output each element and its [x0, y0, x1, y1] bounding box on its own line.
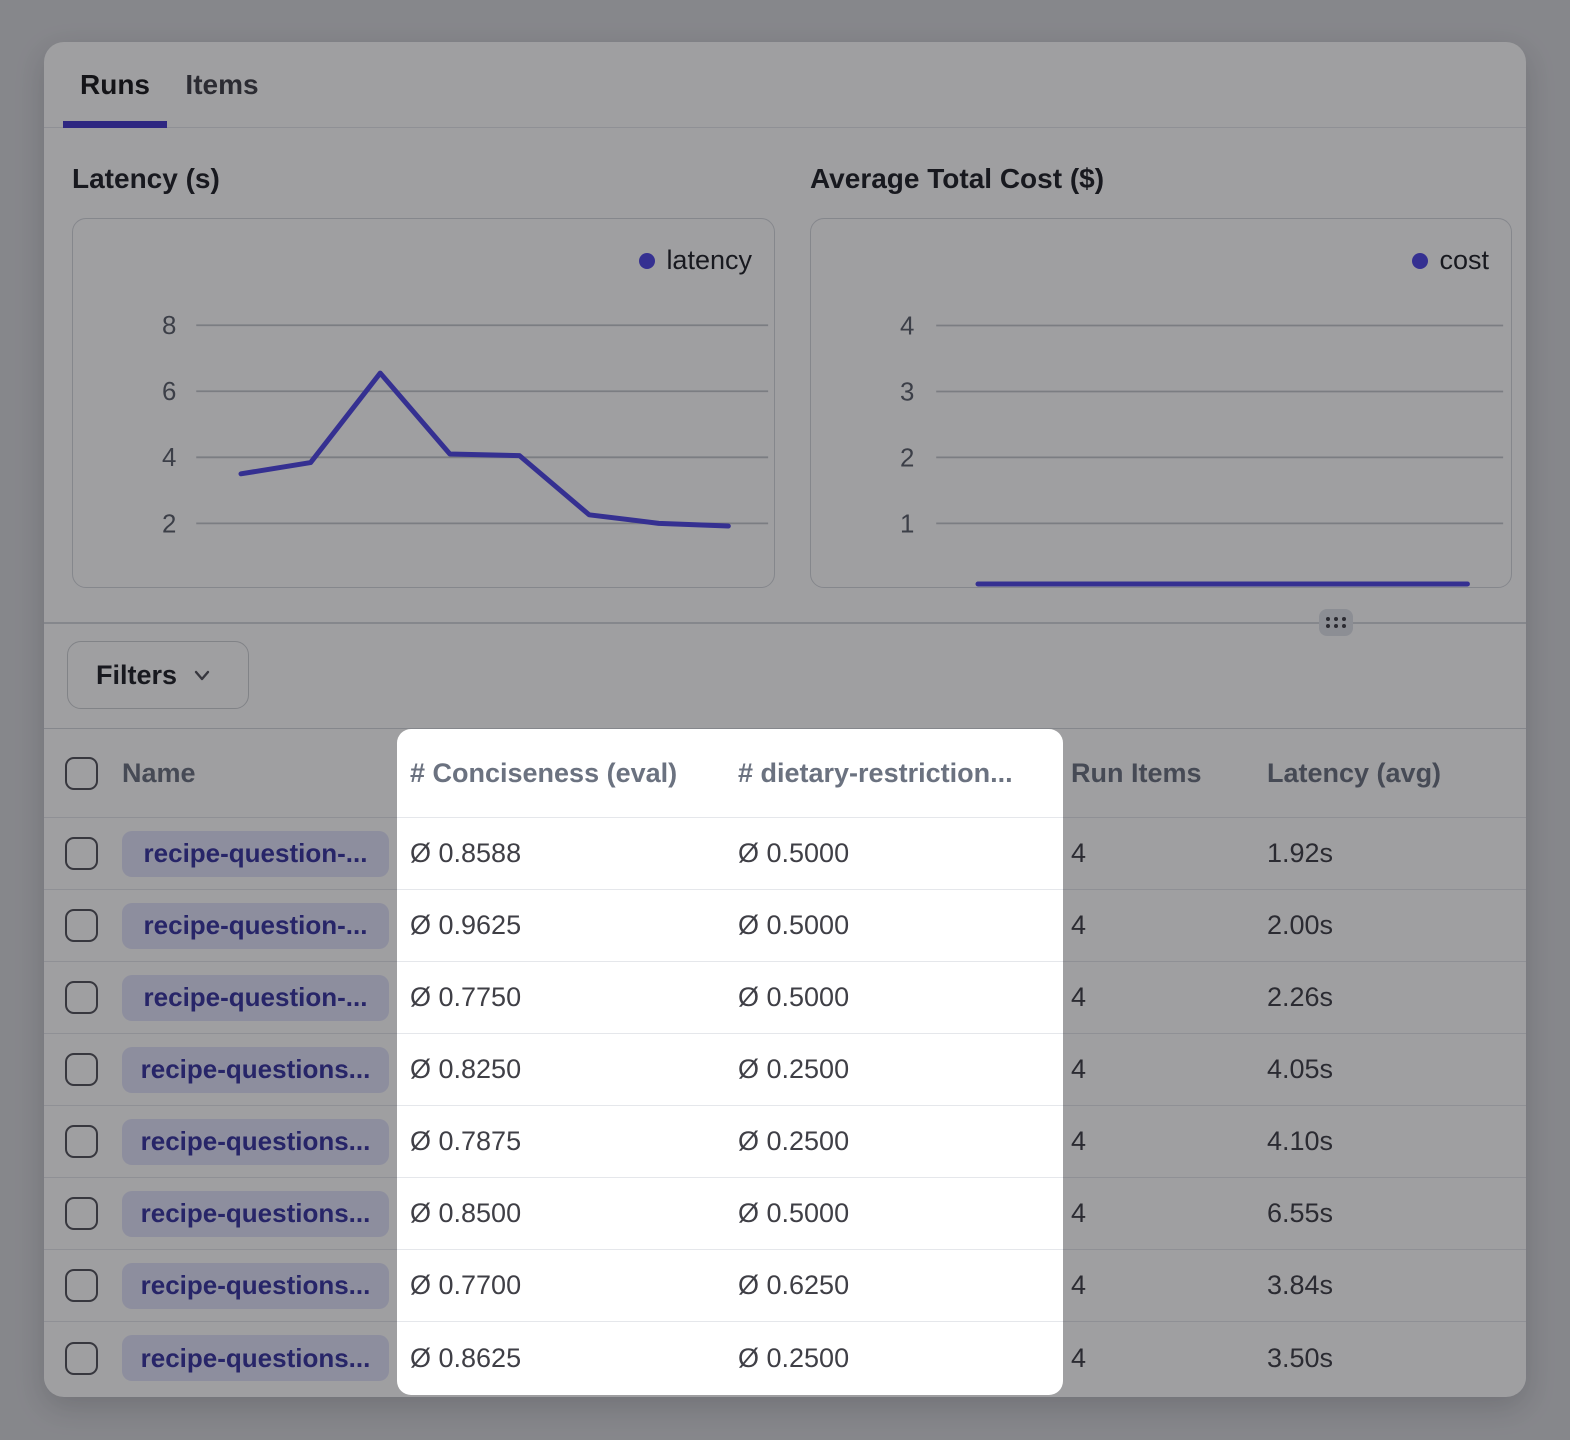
table-header-row: Name # Conciseness (eval) # dietary-rest…	[44, 729, 1526, 818]
runs-table: Name # Conciseness (eval) # dietary-rest…	[44, 728, 1526, 1394]
conciseness-score: Ø 0.9625	[400, 910, 731, 941]
table-body: recipe-question-...Ø 0.8588Ø 0.500041.92…	[44, 818, 1526, 1394]
cost-legend-dot-icon	[1412, 253, 1428, 269]
conciseness-score: Ø 0.7700	[400, 1270, 731, 1301]
dietary-restriction-score: Ø 0.5000	[731, 1198, 1063, 1229]
chevron-down-icon	[190, 663, 214, 687]
dietary-restriction-score: Ø 0.2500	[731, 1054, 1063, 1085]
dietary-restriction-score: Ø 0.5000	[731, 910, 1063, 941]
row-checkbox[interactable]	[65, 1053, 98, 1086]
latency-legend: latency	[639, 245, 752, 276]
conciseness-score: Ø 0.8500	[400, 1198, 731, 1229]
filters-button-label: Filters	[96, 660, 177, 691]
run-items-count: 4	[1063, 910, 1260, 941]
active-tab-underline	[63, 121, 167, 128]
table-row[interactable]: recipe-questions... Ø 0.8625Ø 0.250043.50…	[44, 1322, 1526, 1394]
run-items-count: 4	[1063, 982, 1260, 1013]
run-name-badge[interactable]: recipe-question-...	[122, 831, 389, 877]
row-checkbox[interactable]	[65, 981, 98, 1014]
table-row[interactable]: recipe-questions... Ø 0.7875Ø 0.250044.10…	[44, 1106, 1526, 1178]
svg-text:2: 2	[162, 510, 176, 538]
latency-avg-value: 3.84s	[1260, 1270, 1526, 1301]
latency-chart-card: 8 6 4 2 latency	[72, 218, 775, 588]
run-name-badge[interactable]: recipe-questions...	[122, 1047, 389, 1093]
latency-chart-title: Latency (s)	[72, 163, 220, 195]
conciseness-score: Ø 0.8625	[400, 1343, 731, 1374]
latency-avg-value: 1.92s	[1260, 838, 1526, 869]
column-header-dietary-restriction: # dietary-restriction...	[731, 758, 1063, 789]
column-header-latency-avg: Latency (avg)	[1260, 758, 1526, 789]
resize-drag-handle-icon[interactable]	[1319, 609, 1353, 636]
conciseness-score: Ø 0.7875	[400, 1126, 731, 1157]
latency-avg-value: 2.26s	[1260, 982, 1526, 1013]
dietary-restriction-score: Ø 0.2500	[731, 1126, 1063, 1157]
dietary-restriction-score: Ø 0.6250	[731, 1270, 1063, 1301]
cost-chart-title: Average Total Cost ($)	[810, 163, 1104, 195]
table-row[interactable]: recipe-questions... Ø 0.8250Ø 0.250044.05…	[44, 1034, 1526, 1106]
cost-chart-card: 4 3 2 1 cost	[810, 218, 1512, 588]
run-name-badge[interactable]: recipe-question-...	[122, 903, 389, 949]
latency-avg-value: 3.50s	[1260, 1343, 1526, 1374]
run-name-badge[interactable]: recipe-questions...	[122, 1335, 389, 1381]
run-items-count: 4	[1063, 1198, 1260, 1229]
conciseness-score: Ø 0.8250	[400, 1054, 731, 1085]
select-all-checkbox[interactable]	[65, 757, 98, 790]
run-items-count: 4	[1063, 1343, 1260, 1374]
run-items-count: 4	[1063, 1126, 1260, 1157]
latency-legend-label: latency	[666, 245, 752, 276]
svg-text:6: 6	[162, 378, 176, 406]
run-name-badge[interactable]: recipe-questions...	[122, 1119, 389, 1165]
run-name-badge[interactable]: recipe-question-...	[122, 975, 389, 1021]
table-row[interactable]: recipe-question-... Ø 0.8588Ø 0.500041.92…	[44, 818, 1526, 890]
svg-text:4: 4	[900, 312, 914, 340]
tab-bar: Runs Items	[44, 42, 1526, 128]
table-row[interactable]: recipe-questions... Ø 0.8500Ø 0.500046.55…	[44, 1178, 1526, 1250]
dietary-restriction-score: Ø 0.5000	[731, 838, 1063, 869]
table-row[interactable]: recipe-question-... Ø 0.9625Ø 0.500042.00…	[44, 890, 1526, 962]
filters-button[interactable]: Filters	[67, 641, 249, 709]
latency-avg-value: 4.10s	[1260, 1126, 1526, 1157]
latency-legend-dot-icon	[639, 253, 655, 269]
cost-legend: cost	[1412, 245, 1489, 276]
tab-items[interactable]: Items	[167, 42, 277, 128]
row-checkbox[interactable]	[65, 837, 98, 870]
tab-items-label: Items	[185, 69, 258, 101]
latency-avg-value: 4.05s	[1260, 1054, 1526, 1085]
row-checkbox[interactable]	[65, 1342, 98, 1375]
run-name-badge[interactable]: recipe-questions...	[122, 1191, 389, 1237]
row-checkbox[interactable]	[65, 909, 98, 942]
column-header-name: Name	[122, 758, 400, 789]
runs-panel: Runs Items Latency (s) Average Total Cos…	[44, 42, 1526, 1397]
tab-runs-label: Runs	[80, 69, 150, 101]
cost-line-chart: 4 3 2 1	[811, 219, 1511, 587]
svg-text:4: 4	[162, 444, 176, 472]
table-row[interactable]: recipe-questions... Ø 0.7700Ø 0.625043.84…	[44, 1250, 1526, 1322]
tab-runs[interactable]: Runs	[63, 42, 167, 128]
dietary-restriction-score: Ø 0.5000	[731, 982, 1063, 1013]
svg-text:1: 1	[900, 510, 914, 538]
svg-text:3: 3	[900, 378, 914, 406]
row-checkbox[interactable]	[65, 1125, 98, 1158]
cost-legend-label: cost	[1439, 245, 1489, 276]
run-items-count: 4	[1063, 1270, 1260, 1301]
run-name-badge[interactable]: recipe-questions...	[122, 1263, 389, 1309]
column-header-run-items: Run Items	[1063, 758, 1260, 789]
latency-avg-value: 6.55s	[1260, 1198, 1526, 1229]
svg-text:2: 2	[900, 444, 914, 472]
table-row[interactable]: recipe-question-... Ø 0.7750Ø 0.500042.26…	[44, 962, 1526, 1034]
panel-resize-divider	[44, 622, 1526, 624]
conciseness-score: Ø 0.8588	[400, 838, 731, 869]
svg-text:8: 8	[162, 312, 176, 340]
row-checkbox[interactable]	[65, 1197, 98, 1230]
conciseness-score: Ø 0.7750	[400, 982, 731, 1013]
run-items-count: 4	[1063, 1054, 1260, 1085]
dietary-restriction-score: Ø 0.2500	[731, 1343, 1063, 1374]
row-checkbox[interactable]	[65, 1269, 98, 1302]
run-items-count: 4	[1063, 838, 1260, 869]
column-header-conciseness: # Conciseness (eval)	[400, 758, 731, 789]
latency-avg-value: 2.00s	[1260, 910, 1526, 941]
